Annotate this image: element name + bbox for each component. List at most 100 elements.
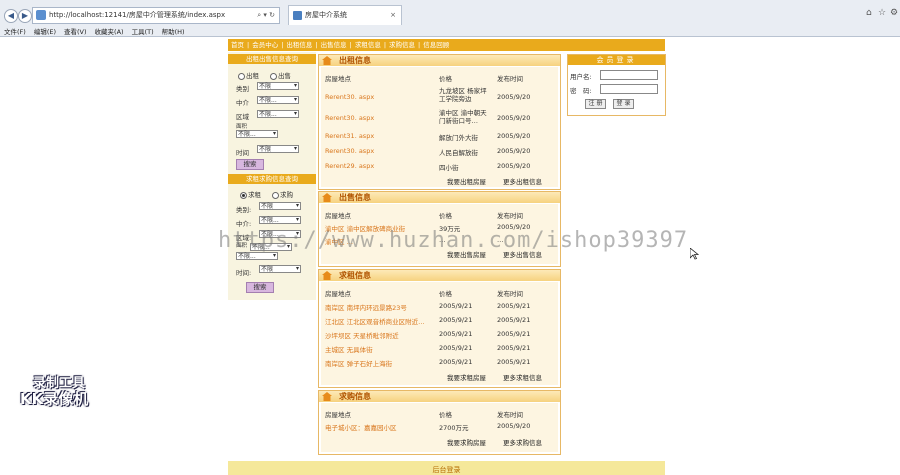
radio-sale[interactable]: 出售 xyxy=(270,70,291,80)
mouse-cursor-icon xyxy=(690,248,699,260)
menu-tools[interactable]: 工具(T) xyxy=(132,28,154,36)
footer-bar: 后台登录 xyxy=(228,461,665,475)
radio-sale-label: 出售 xyxy=(278,72,291,80)
buywant-section: 求购信息 房屋地点 价格 发布时间 电子城小区：嘉嘉园小区 2700万元 200… xyxy=(318,390,561,455)
select-type[interactable]: 不限 xyxy=(257,82,299,90)
nav-home[interactable]: 首页 xyxy=(228,41,247,49)
rentwant-more-link[interactable]: 更多求租信息 xyxy=(503,372,542,382)
want-select-type[interactable]: 不限 xyxy=(259,202,301,210)
rentwant-section: 求租信息 房屋地点 价格 发布时间 南岸区 南坪内环远景路23号 2005/9/… xyxy=(318,269,561,388)
select-area[interactable]: 不限... xyxy=(257,110,299,118)
register-button[interactable]: 注 册 xyxy=(585,99,606,109)
forward-button[interactable]: ▶ xyxy=(18,9,32,23)
nav-review[interactable]: 信息回顾 xyxy=(420,41,452,49)
rent-row-date: 2005/9/20 xyxy=(497,132,531,140)
buywant-row-place[interactable]: 电子城小区：嘉嘉园小区 xyxy=(325,422,397,432)
rentwant-row-place[interactable]: 沙坪坝区 天星桥毗邻附近 xyxy=(325,330,399,340)
want-label-agent: 中介: xyxy=(236,220,252,228)
home-icon[interactable]: ⌂ xyxy=(866,8,872,18)
menu-file[interactable]: 文件(F) xyxy=(4,28,26,36)
sale-header-date: 发布时间 xyxy=(497,212,523,220)
username-label: 用户名: xyxy=(570,73,592,81)
rentwant-row-place[interactable]: 江北区 江北区观音桥商业区附近… xyxy=(325,316,425,326)
rentwant-row-price: 2005/9/21 xyxy=(439,316,473,324)
url-text: http://localhost:12141/房屋中介管理系统/index.as… xyxy=(49,11,226,19)
buywant-post-link[interactable]: 我要求购房屋 xyxy=(447,437,486,447)
settings-icon[interactable]: ⚙ xyxy=(890,8,898,18)
buywant-more-link[interactable]: 更多求购信息 xyxy=(503,437,542,447)
nav-buywant[interactable]: 求购信息 xyxy=(386,41,418,49)
rentwant-row-date: 2005/9/21 xyxy=(497,344,531,352)
select-time[interactable]: 不限 xyxy=(257,145,299,153)
sale-header-place: 房屋地点 xyxy=(325,212,351,220)
want-label-time: 时间: xyxy=(236,269,252,277)
username-input[interactable] xyxy=(600,70,658,80)
rent-row-date: 2005/9/20 xyxy=(497,93,531,101)
rent-row-place[interactable]: Rerent30. aspx xyxy=(325,147,374,155)
menu-edit[interactable]: 编辑(E) xyxy=(34,28,56,36)
rentwant-row-date: 2005/9/21 xyxy=(497,330,531,338)
house-icon xyxy=(322,271,332,280)
rent-row-place[interactable]: Rerent30. aspx xyxy=(325,114,374,122)
buywant-title: 求购信息 xyxy=(339,392,371,401)
rent-search-button[interactable]: 搜索 xyxy=(236,159,264,170)
admin-login-link[interactable]: 后台登录 xyxy=(228,465,665,475)
watermark-text: https://www.huzhan.com/ishop39397 xyxy=(218,228,689,253)
rentwant-row-place[interactable]: 南岸区 南坪内环远景路23号 xyxy=(325,302,407,312)
rentwant-post-link[interactable]: 我要求租房屋 xyxy=(447,372,486,382)
rent-row-place[interactable]: Rerent31. aspx xyxy=(325,132,374,140)
sale-section-header: 出售信息 xyxy=(319,192,560,203)
rent-more-link[interactable]: 更多出租信息 xyxy=(503,176,542,186)
rent-body: 房屋地点 价格 发布时间 Rerent30. aspx 九龙坡区 杨家坪 工学院… xyxy=(321,67,558,187)
nav-member[interactable]: 会员中心 xyxy=(249,41,281,49)
menu-favorites[interactable]: 收藏夹(A) xyxy=(95,28,124,36)
password-label: 密 码: xyxy=(570,87,592,95)
label-time: 时间 xyxy=(236,149,249,157)
nav-sale[interactable]: 出售信息 xyxy=(318,41,350,49)
login-button[interactable]: 登 录 xyxy=(613,99,634,109)
want-select-agent[interactable]: 不限... xyxy=(259,216,301,224)
label-area-size: 面积 xyxy=(236,124,248,130)
buywant-header-date: 发布时间 xyxy=(497,411,523,419)
radio-rent[interactable]: 出租 xyxy=(238,70,259,80)
search-icon[interactable]: ⌕ ▾ ↻ xyxy=(257,8,275,23)
want-search-title: 求租求购信息查询 xyxy=(228,174,316,184)
want-search-button[interactable]: 搜索 xyxy=(246,282,274,293)
browser-tab[interactable]: 房屋中介系统 × xyxy=(288,5,402,25)
page-icon xyxy=(36,10,46,20)
want-select-time[interactable]: 不限 xyxy=(259,265,301,273)
rent-row-date: 2005/9/20 xyxy=(497,114,531,122)
rentwant-header-place: 房屋地点 xyxy=(325,290,351,298)
rentwant-title: 求租信息 xyxy=(339,271,371,280)
rent-post-link[interactable]: 我要出租房屋 xyxy=(447,176,486,186)
nav-rent[interactable]: 出租信息 xyxy=(283,41,315,49)
login-title: 会员登录 xyxy=(568,55,665,65)
select-area-size[interactable]: 不限... xyxy=(236,130,278,138)
address-bar[interactable]: http://localhost:12141/房屋中介管理系统/index.as… xyxy=(32,7,280,24)
select-agent[interactable]: 不限... xyxy=(257,96,299,104)
rent-row-date: 2005/9/20 xyxy=(497,147,531,155)
nav-rentwant[interactable]: 求租信息 xyxy=(352,41,384,49)
rentwant-row-place[interactable]: 主城区 无具体街 xyxy=(325,344,373,354)
rentwant-row-place[interactable]: 南岸区 弹子石好上海街 xyxy=(325,358,392,368)
password-input[interactable] xyxy=(600,84,658,94)
radio-want-buy[interactable]: 求购 xyxy=(272,189,293,199)
radio-want-rent-label: 求租 xyxy=(248,191,261,199)
rent-row-place[interactable]: Rerent30. aspx xyxy=(325,93,374,101)
tab-favicon-icon xyxy=(293,11,302,20)
tab-close-icon[interactable]: × xyxy=(390,6,396,25)
menu-view[interactable]: 查看(V) xyxy=(64,28,87,36)
rentwant-section-header: 求租信息 xyxy=(319,270,560,281)
want-select-area-b[interactable]: 不限... xyxy=(236,252,278,260)
radio-sale-icon xyxy=(270,72,277,80)
rent-search-title: 出租出售信息查询 xyxy=(228,54,316,64)
top-nav: 首页 | 会员中心 | 出租信息 | 出售信息 | 求租信息 | 求购信息 | 信息回顾 xyxy=(228,39,665,51)
left-column: 出租出售信息查询 出租 出售 类别 不限 中介 不限... 区域 不限... 面… xyxy=(228,52,316,300)
menu-help[interactable]: 帮助(H) xyxy=(162,28,185,36)
rent-row-place[interactable]: Rerent29. aspx xyxy=(325,162,374,170)
rent-row-date: 2005/9/20 xyxy=(497,162,531,170)
back-button[interactable]: ◀ xyxy=(4,9,18,23)
favorites-icon[interactable]: ☆ xyxy=(878,8,886,18)
buywant-row-price: 2700万元 xyxy=(439,424,469,432)
radio-want-rent[interactable]: 求租 xyxy=(240,189,261,199)
